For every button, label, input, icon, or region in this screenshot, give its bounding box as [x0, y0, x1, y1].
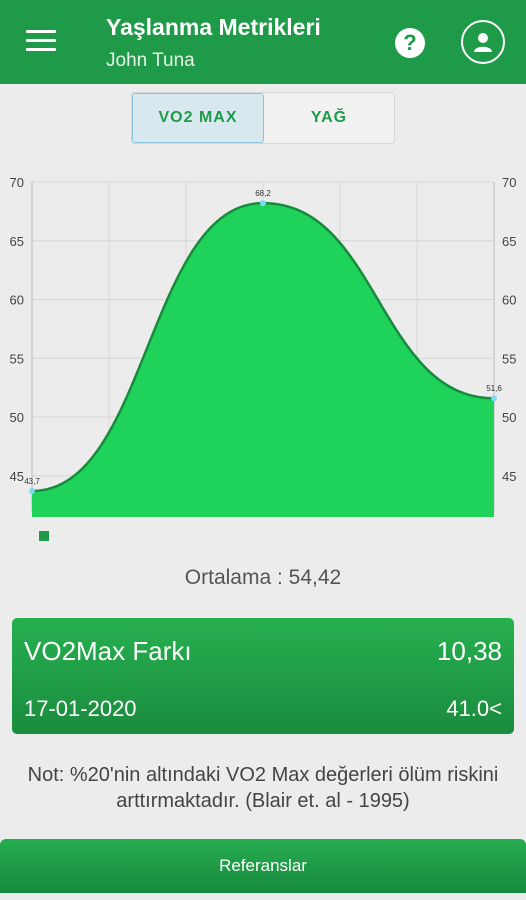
app-bar: Yaşlanma Metrikleri John Tuna ? — [0, 0, 526, 84]
metric-tabs: VO2 MAX YAĞ — [131, 92, 395, 144]
data-point — [29, 488, 35, 495]
vo2max-difference-card: VO2Max Farkı 10,38 17-01-2020 41.0< — [12, 618, 514, 734]
tab-vo2max[interactable]: VO2 MAX — [132, 93, 264, 143]
y-tick-label-right: 65 — [502, 234, 516, 249]
y-tick-label-left: 45 — [10, 469, 24, 484]
card-threshold: 41.0< — [446, 696, 502, 721]
y-tick-label-right: 55 — [502, 351, 516, 366]
card-value: 10,38 — [436, 636, 502, 666]
y-tick-label-left: 65 — [10, 234, 24, 249]
question-icon[interactable]: ? — [395, 28, 425, 58]
y-tick-label-right: 70 — [502, 175, 516, 190]
user-name: John Tuna — [106, 50, 195, 71]
hamburger-menu-icon[interactable] — [26, 30, 56, 54]
page-title: Yaşlanma Metrikleri — [106, 14, 321, 40]
average-label: Ortalama : 54,42 — [184, 566, 342, 589]
y-tick-label-right: 60 — [502, 293, 516, 308]
data-label: 43,7 — [24, 477, 40, 486]
y-tick-label-left: 55 — [10, 351, 24, 366]
y-tick-label-left: 70 — [10, 175, 24, 190]
data-point — [260, 200, 266, 207]
references-button[interactable]: Referanslar — [0, 839, 526, 893]
person-icon — [474, 33, 492, 52]
card-date: 17-01-2020 — [24, 696, 137, 721]
data-label: 51,6 — [486, 384, 502, 393]
y-tick-label-right: 50 — [502, 410, 516, 425]
card-title: VO2Max Farkı — [24, 636, 192, 666]
note-text: Not: %20'nin altındaki VO2 Max değerleri… — [27, 764, 499, 812]
tab-fat[interactable]: YAĞ — [264, 93, 394, 143]
data-label: 68,2 — [255, 189, 271, 198]
vo2max-area-chart: 45 45 50 50 55 55 60 60 65 65 70 70 43,7 68,2 51,6 — [10, 175, 516, 517]
legend-marker — [39, 531, 49, 541]
profile-button[interactable] — [461, 20, 505, 64]
y-tick-label-right: 45 — [502, 469, 516, 484]
data-point — [491, 395, 497, 402]
y-tick-label-left: 60 — [10, 293, 24, 308]
y-tick-label-left: 50 — [10, 410, 24, 425]
area-fill — [32, 203, 494, 517]
